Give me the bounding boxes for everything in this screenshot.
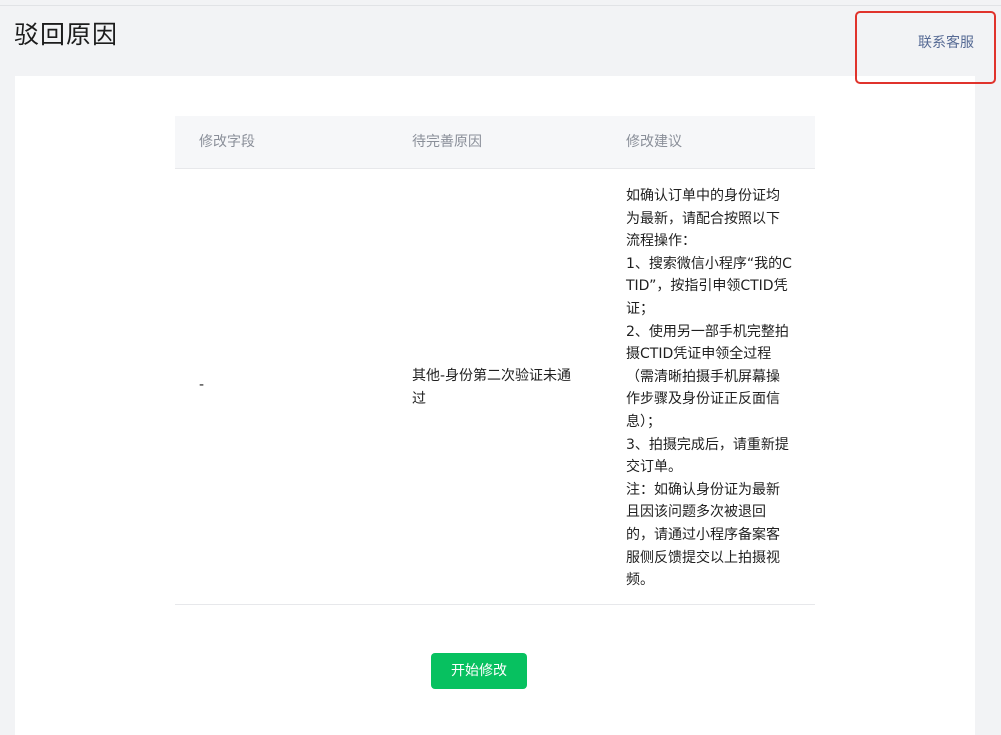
page-title: 驳回原因 bbox=[14, 20, 119, 49]
column-header-suggestion: 修改建议 bbox=[626, 134, 682, 150]
reason-line: 其他-身份第二次验证未通 bbox=[412, 368, 572, 384]
suggestion-line: 摄CTID凭证申领全过程 bbox=[626, 346, 772, 363]
suggestion-line: 注：如确认身份证为最新 bbox=[626, 481, 780, 498]
cell-field: - bbox=[199, 377, 205, 393]
column-header-field: 修改字段 bbox=[199, 134, 255, 150]
suggestion-line: 交订单。 bbox=[626, 459, 682, 476]
suggestion-line: 2、使用另一部手机完整拍 bbox=[626, 323, 789, 340]
suggestion-line: 频。 bbox=[626, 572, 654, 589]
suggestion-line: TID”，按指引申领CTID凭 bbox=[626, 278, 788, 295]
suggestion-line: 的，请通过小程序备案客 bbox=[626, 526, 780, 543]
start-edit-button[interactable]: 开始修改 bbox=[431, 653, 527, 689]
suggestion-line: 流程操作： bbox=[626, 233, 696, 250]
column-header-reason: 待完善原因 bbox=[412, 134, 482, 150]
cell-suggestion: 如确认订单中的身份证均 为最新，请配合按照以下 流程操作： 1、搜索微信小程序“… bbox=[626, 185, 798, 592]
suggestion-line: 如确认订单中的身份证均 bbox=[626, 188, 780, 204]
suggestion-line: 为最新，请配合按照以下 bbox=[626, 210, 780, 227]
suggestion-line: 息）； bbox=[626, 413, 661, 430]
suggestion-line: 作步骤及身份证正反面信 bbox=[626, 391, 780, 408]
suggestion-line: 服侧反馈提交以上拍摄视 bbox=[626, 549, 780, 566]
cell-reason: 其他-身份第二次验证未通 过 bbox=[412, 365, 587, 410]
table-header: 修改字段 待完善原因 修改建议 bbox=[175, 116, 815, 169]
suggestion-line: 1、搜索微信小程序“我的C bbox=[626, 255, 792, 272]
suggestion-line: 证； bbox=[626, 300, 654, 317]
top-divider bbox=[0, 5, 1001, 6]
highlight-annotation-box bbox=[855, 11, 996, 84]
suggestion-line: 且因该问题多次被退回 bbox=[626, 504, 766, 521]
suggestion-line: （需清晰拍摄手机屏幕操 bbox=[626, 368, 780, 385]
table-row: - 其他-身份第二次验证未通 过 如确认订单中的身份证均 为最新，请配合按照以下… bbox=[175, 169, 815, 605]
suggestion-line: 3、拍摄完成后，请重新提 bbox=[626, 436, 789, 453]
reason-line: 过 bbox=[412, 390, 426, 407]
